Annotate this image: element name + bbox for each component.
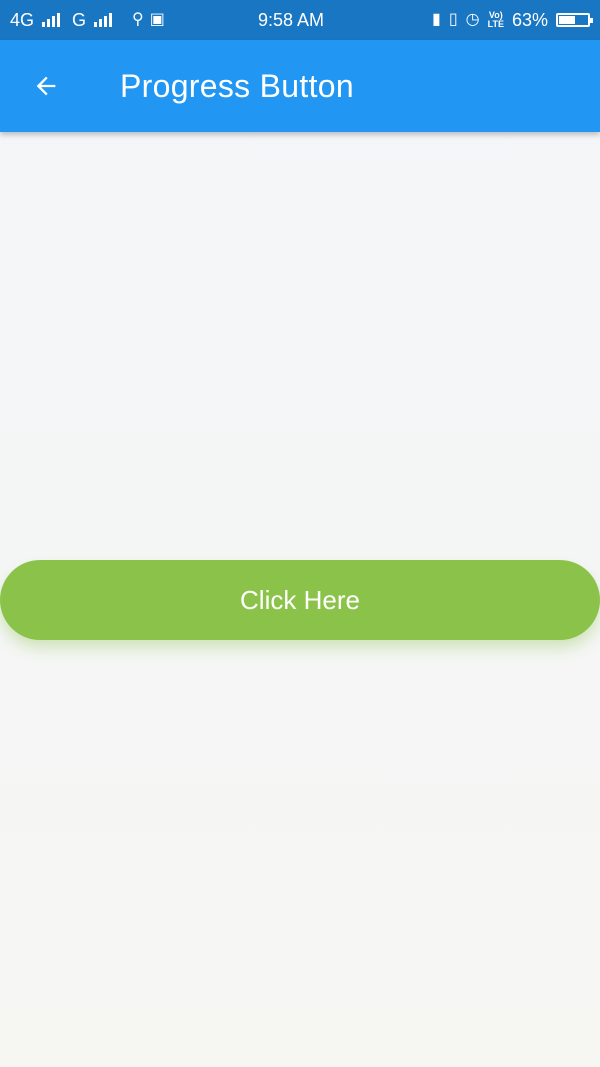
progress-button[interactable]: Click Here [0, 560, 600, 640]
status-bar: 4G G ⚲ ▣ 9:58 AM ▮ ▯ ◷ Vo) LTE 63% [0, 0, 600, 40]
battery-percent: 63% [511, 10, 548, 30]
vibrate-icon: ▯ [448, 11, 458, 28]
battery-icon [556, 13, 593, 27]
back-button[interactable] [22, 62, 70, 110]
clock: 9:58 AM [258, 10, 325, 30]
volte-bottom-label: LTE [487, 19, 504, 29]
battery-saver-icon: ▮ [432, 11, 441, 28]
signal-strength-icon-2 [94, 13, 113, 27]
app-bar: Progress Button [0, 40, 600, 132]
volte-icon: Vo) LTE [488, 11, 504, 29]
status-left-group: 4G G ⚲ ▣ [10, 0, 165, 40]
network-type-label-2: G [72, 10, 87, 30]
status-right-group: ▮ ▯ ◷ Vo) LTE 63% [432, 0, 593, 40]
usb-debug-icon: ▣ [149, 11, 165, 28]
signal-strength-icon [42, 13, 61, 27]
network-type-label: 4G [10, 10, 35, 30]
page-title: Progress Button [120, 68, 354, 104]
usb-icon: ⚲ [132, 11, 144, 28]
alarm-icon: ◷ [465, 11, 480, 28]
arrow-left-icon [36, 76, 56, 96]
